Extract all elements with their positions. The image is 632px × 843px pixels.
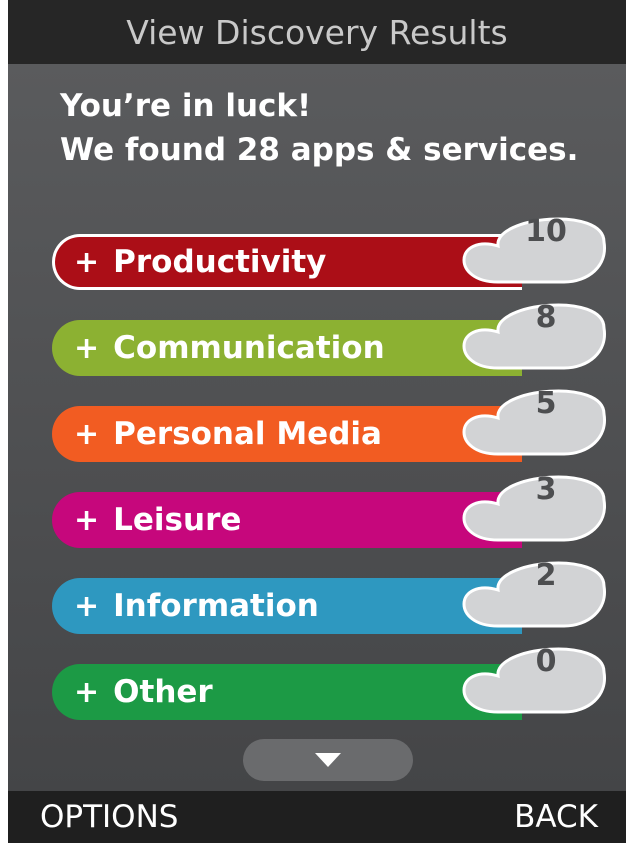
category-count: 10 (525, 214, 567, 249)
title-bar: View Discovery Results (8, 0, 626, 64)
plus-icon: + (74, 416, 100, 452)
category-label: Productivity (113, 244, 327, 280)
results-panel: You’re in luck! We found 28 apps & servi… (8, 64, 626, 791)
category-count: 5 (535, 386, 557, 421)
results-message: You’re in luck! We found 28 apps & servi… (60, 84, 578, 172)
category-label: Information (113, 588, 319, 624)
category-count: 0 (535, 644, 557, 679)
category-label: Communication (113, 330, 385, 366)
category-label: Leisure (113, 502, 242, 538)
category-bar: + Personal Media (52, 406, 522, 462)
category-information[interactable]: + Information 2 (52, 558, 608, 634)
plus-icon: + (74, 330, 100, 366)
category-bar: + Information (52, 578, 522, 634)
category-count: 2 (535, 558, 557, 593)
softkey-bar: OPTIONS BACK (8, 791, 626, 843)
back-softkey[interactable]: BACK (514, 799, 598, 835)
category-count: 8 (535, 300, 557, 335)
message-line-1: You’re in luck! (60, 88, 312, 124)
category-communication[interactable]: + Communication 8 (52, 300, 608, 376)
category-bar: + Productivity (52, 234, 522, 290)
category-bar: + Other (52, 664, 522, 720)
category-bar: + Communication (52, 320, 522, 376)
category-label: Personal Media (113, 416, 382, 452)
plus-icon: + (74, 502, 100, 538)
category-label: Other (113, 674, 213, 710)
category-other[interactable]: + Other 0 (52, 644, 608, 720)
plus-icon: + (74, 244, 100, 280)
scroll-down-button[interactable] (243, 739, 413, 781)
page-title: View Discovery Results (126, 12, 508, 52)
plus-icon: + (74, 588, 100, 624)
category-leisure[interactable]: + Leisure 3 (52, 472, 608, 548)
down-arrow-icon (315, 753, 341, 767)
category-personal-media[interactable]: + Personal Media 5 (52, 386, 608, 462)
message-line-2: We found 28 apps & services. (60, 132, 579, 168)
category-count: 3 (535, 472, 557, 507)
category-productivity[interactable]: + Productivity 10 (52, 214, 608, 290)
category-bar: + Leisure (52, 492, 522, 548)
phone-screen: View Discovery Results You’re in luck! W… (8, 0, 626, 843)
options-softkey[interactable]: OPTIONS (40, 799, 178, 835)
plus-icon: + (74, 674, 100, 710)
